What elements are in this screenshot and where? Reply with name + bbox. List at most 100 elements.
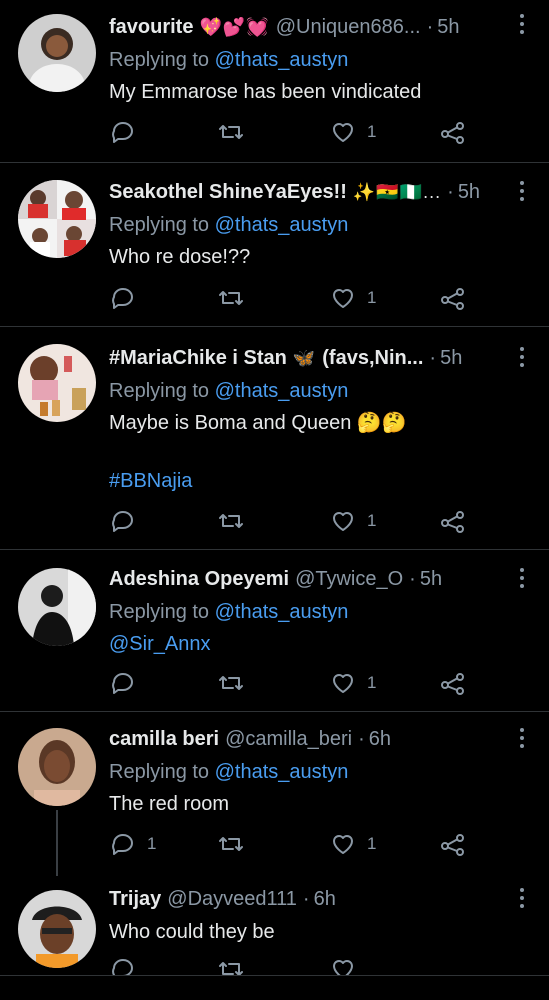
- retweet-button[interactable]: [217, 954, 245, 975]
- avatar[interactable]: [18, 14, 96, 92]
- share-icon: [441, 288, 464, 310]
- hashtag-link[interactable]: #BBNajia: [109, 470, 192, 492]
- retweet-button[interactable]: [217, 117, 245, 147]
- like-button[interactable]: [329, 954, 357, 975]
- like-button[interactable]: 1: [329, 283, 376, 313]
- tweet[interactable]: #MariaChike i Stan 🦋 (favs,Nin... · 5h R…: [0, 327, 549, 550]
- replying-to: Replying to @thats_austyn: [109, 375, 509, 407]
- reply-button[interactable]: [109, 954, 137, 975]
- replying-label: Replying to: [109, 761, 210, 783]
- more-options-icon[interactable]: [519, 728, 525, 750]
- name-emoji: ✨🇬🇭🇳🇬...: [352, 181, 442, 202]
- tweet[interactable]: favourite 💖💕💓 @Uniquen686... · 5h Replyi…: [0, 0, 549, 163]
- tweet-actions: 1: [109, 283, 469, 313]
- reply-icon: [112, 511, 133, 532]
- share-button[interactable]: [439, 506, 467, 536]
- display-name[interactable]: #MariaChike i Stan: [109, 347, 287, 370]
- tweet[interactable]: Adeshina Opeyemi @Tywice_O · 5h Replying…: [0, 550, 549, 712]
- reply-count: 1: [147, 834, 157, 853]
- timestamp[interactable]: 5h: [420, 568, 442, 591]
- replying-label: Replying to: [109, 601, 210, 623]
- name-emoji: 🦋: [292, 347, 317, 368]
- share-button[interactable]: [439, 668, 467, 698]
- like-button[interactable]: 1: [329, 506, 376, 536]
- timestamp[interactable]: 6h: [314, 888, 336, 911]
- retweet-button[interactable]: [217, 283, 245, 313]
- avatar[interactable]: [18, 568, 96, 646]
- retweet-icon: [219, 514, 243, 528]
- timestamp[interactable]: 5h: [437, 16, 459, 39]
- display-name-suffix[interactable]: (favs,Nin...: [322, 347, 423, 370]
- more-options-icon[interactable]: [519, 888, 525, 910]
- share-icon: [441, 511, 464, 533]
- display-name[interactable]: Adeshina Opeyemi: [109, 568, 289, 591]
- replying-to: Replying to @thats_austyn: [109, 596, 509, 628]
- like-count: 1: [367, 288, 377, 307]
- reply-button[interactable]: [109, 506, 137, 536]
- mention-link[interactable]: @thats_austyn: [215, 761, 349, 783]
- like-button[interactable]: 1: [329, 829, 376, 859]
- replying-to: Replying to @thats_austyn: [109, 44, 509, 76]
- share-button[interactable]: [439, 829, 467, 859]
- separator-dot: ·: [429, 346, 437, 369]
- tweet-text: Who re dose!??: [109, 246, 251, 268]
- tweet-text: Maybe is Boma and Queen 🤔🤔: [109, 412, 407, 434]
- tweet[interactable]: Seakothel ShineYaEyes!! ✨🇬🇭🇳🇬... · 5h Re…: [0, 163, 549, 327]
- more-options-icon[interactable]: [519, 181, 525, 203]
- user-handle[interactable]: @Uniquen686...: [276, 16, 421, 39]
- user-handle[interactable]: @camilla_beri: [225, 728, 352, 751]
- reply-button[interactable]: [109, 117, 137, 147]
- tweet-text: Who could they be: [109, 921, 275, 943]
- timestamp[interactable]: 5h: [440, 347, 462, 370]
- user-handle[interactable]: @Dayveed111: [167, 888, 297, 911]
- display-name[interactable]: Seakothel ShineYaEyes!!: [109, 181, 347, 204]
- avatar[interactable]: [18, 728, 96, 806]
- share-button[interactable]: [439, 283, 467, 313]
- reply-button[interactable]: 1: [109, 829, 156, 859]
- mention-link[interactable]: @Sir_Annx: [109, 633, 210, 655]
- display-name[interactable]: Trijay: [109, 888, 161, 911]
- mention-link[interactable]: @thats_austyn: [215, 214, 349, 236]
- retweet-icon: [219, 676, 243, 690]
- tweet-header: Adeshina Opeyemi @Tywice_O · 5h: [109, 562, 509, 596]
- display-name[interactable]: favourite: [109, 16, 193, 39]
- mention-link[interactable]: @thats_austyn: [215, 380, 349, 402]
- like-button[interactable]: 1: [329, 117, 376, 147]
- retweet-button[interactable]: [217, 668, 245, 698]
- timestamp[interactable]: 6h: [369, 728, 391, 751]
- retweet-button[interactable]: [217, 829, 245, 859]
- like-button[interactable]: 1: [329, 668, 376, 698]
- tweet-actions: 1: [109, 668, 469, 698]
- reply-button[interactable]: [109, 668, 137, 698]
- share-button[interactable]: [439, 117, 467, 147]
- display-name[interactable]: camilla beri: [109, 728, 219, 751]
- share-icon: [441, 673, 464, 695]
- separator-dot: ·: [358, 727, 365, 750]
- tweet[interactable]: camilla beri @camilla_beri · 6h Replying…: [0, 712, 549, 876]
- user-handle[interactable]: @Tywice_O: [295, 568, 403, 591]
- tweet-actions: 1: [109, 506, 469, 536]
- avatar[interactable]: [18, 890, 96, 968]
- timestamp[interactable]: 5h: [458, 181, 480, 204]
- heart-icon: [333, 123, 353, 142]
- tweet-text: The red room: [109, 793, 230, 815]
- retweet-button[interactable]: [217, 506, 245, 536]
- heart-icon: [333, 512, 353, 531]
- avatar[interactable]: [18, 344, 96, 422]
- tweet-header: Seakothel ShineYaEyes!! ✨🇬🇭🇳🇬... · 5h: [109, 175, 509, 209]
- mention-link[interactable]: @thats_austyn: [215, 601, 349, 623]
- more-options-icon[interactable]: [519, 568, 525, 590]
- more-options-icon[interactable]: [519, 14, 525, 36]
- separator-dot: ·: [409, 567, 416, 590]
- retweet-icon: [219, 962, 243, 975]
- replying-to: Replying to @thats_austyn: [109, 756, 509, 788]
- reply-button[interactable]: [109, 283, 137, 313]
- like-count: 1: [367, 511, 377, 530]
- avatar[interactable]: [18, 180, 96, 258]
- more-options-icon[interactable]: [519, 347, 525, 369]
- like-count: 1: [367, 122, 377, 141]
- like-count: 1: [367, 673, 377, 692]
- share-icon: [441, 834, 464, 856]
- tweet[interactable]: Trijay @Dayveed111 · 6h Who could they b…: [0, 874, 549, 975]
- mention-link[interactable]: @thats_austyn: [215, 49, 349, 71]
